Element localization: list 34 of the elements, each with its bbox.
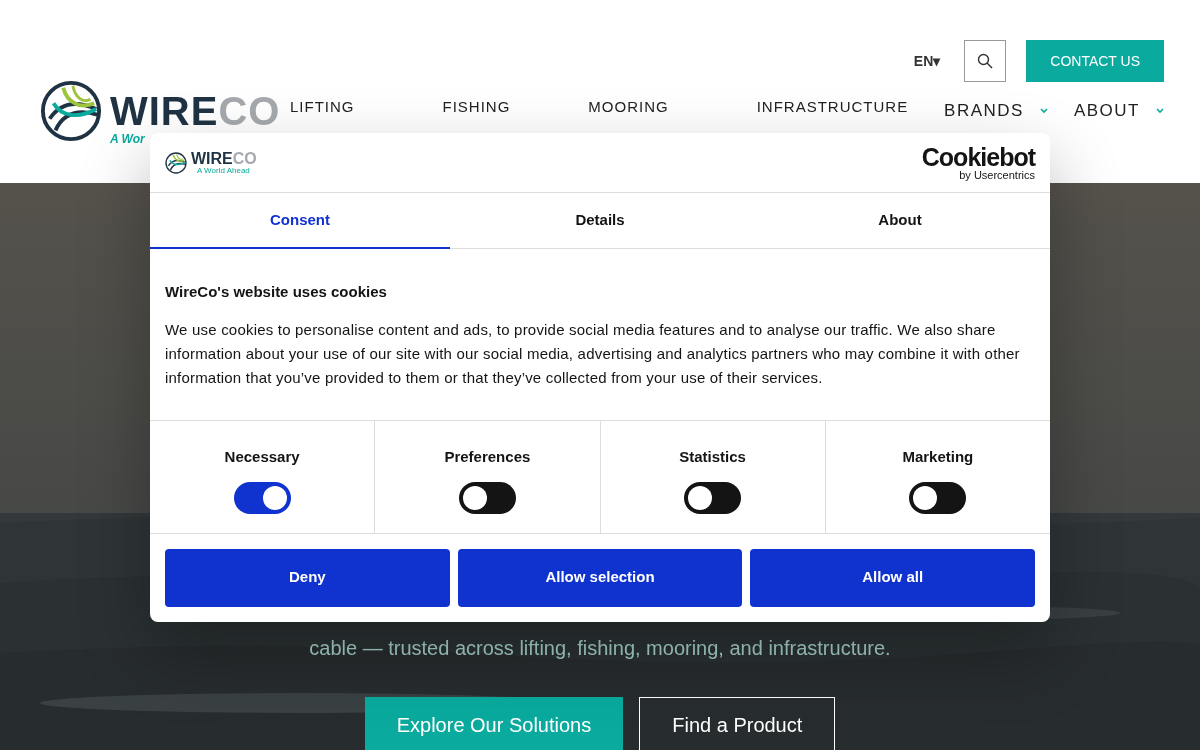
toggle-switch[interactable] [458, 482, 516, 514]
consent-button[interactable]: Allow all [750, 548, 1035, 607]
dialog-tab[interactable]: About [750, 193, 1050, 249]
toggle-switch[interactable] [909, 482, 967, 514]
dialog-tab[interactable]: Consent [150, 193, 450, 249]
brand-byline: by Usercentrics [959, 169, 1035, 181]
category-label: Necessary [224, 446, 300, 467]
logo-emblem-icon [40, 80, 102, 142]
language-selector[interactable]: EN▾ [913, 50, 941, 72]
brand-logo: Cookiebot [921, 144, 1035, 170]
logo-tagline: A Wor [110, 131, 146, 148]
logo-tagline: A World Ahead [197, 166, 251, 175]
nav-item[interactable]: MOORING [588, 96, 669, 119]
dialog-text: We use cookies to personalise content and ads, to provide social media features and to analyse our traffic. We also share information about your use of our site with our social media, advertising and analytics partners who may combine it with other information that you’ve provided to them or that they’ve collected from your use of their services. [165, 319, 1021, 388]
nav-item[interactable]: ABOUT [1073, 98, 1164, 124]
logo-wordmark[interactable]: WIRECO [110, 91, 281, 131]
nav-item[interactable]: LIFTING [290, 96, 355, 119]
hero-subtitle: cable — trusted across lifting, fishing, mooring, and infrastructure. [308, 636, 892, 661]
nav-item[interactable]: INFRASTRUCTURE [756, 96, 909, 119]
consent-button[interactable]: Deny [165, 548, 450, 607]
toggle-switch[interactable] [233, 482, 291, 514]
search-icon [977, 53, 994, 69]
search-button[interactable] [964, 40, 1007, 82]
consent-button[interactable]: Allow selection [457, 548, 743, 607]
nav-item[interactable]: FISHING [442, 96, 511, 119]
dialog-title: WireCo's website uses cookies [165, 282, 388, 302]
toggle-switch[interactable] [684, 482, 742, 514]
hero-button[interactable]: Find a Product [639, 697, 836, 750]
logo-emblem-icon [165, 151, 187, 174]
category-label: Preferences [444, 446, 531, 467]
nav-item[interactable]: BRANDS [944, 98, 1048, 124]
logo-wordmark: WIRECO [191, 150, 257, 167]
category-label: Statistics [679, 446, 746, 467]
category-label: Marketing [902, 446, 974, 467]
